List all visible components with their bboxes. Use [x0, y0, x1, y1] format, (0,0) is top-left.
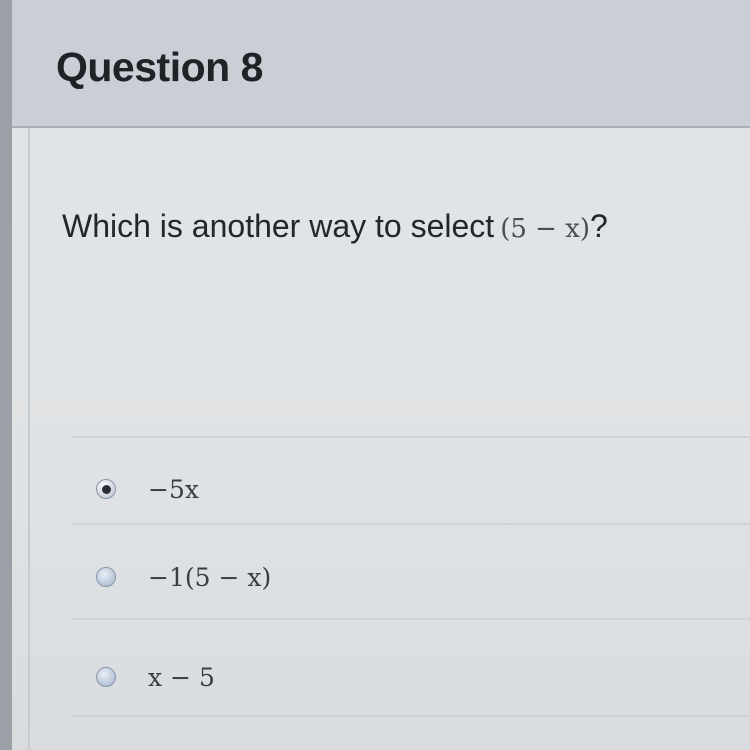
answer-divider: [72, 523, 750, 525]
answer-option-3[interactable]: x − 5: [96, 657, 215, 697]
answer-divider: [72, 618, 750, 620]
answer-option-1-label[interactable]: −5x: [148, 475, 199, 504]
question-prompt: Which is another way to select (5 − x)?: [62, 208, 608, 245]
answer-option-1[interactable]: −5x: [96, 469, 199, 509]
body-left-border: [28, 128, 30, 750]
question-header: Question 8: [12, 0, 750, 128]
radio-button-selected[interactable]: [96, 479, 116, 499]
prompt-expression: (5 − x): [500, 214, 590, 244]
radio-button[interactable]: [96, 567, 116, 587]
answer-option-3-label[interactable]: x − 5: [148, 663, 215, 692]
answer-divider-top: [72, 436, 750, 438]
radio-button[interactable]: [96, 667, 116, 687]
answer-divider-bottom: [72, 715, 750, 717]
question-card: Question 8 Which is another way to selec…: [12, 0, 750, 750]
radio-dot: [101, 484, 111, 494]
question-title: Question 8: [56, 44, 263, 90]
window-edge: [0, 0, 12, 750]
answer-option-2[interactable]: −1(5 − x): [96, 557, 271, 597]
prompt-text: Which is another way to select: [62, 208, 495, 244]
prompt-question-mark: ?: [590, 208, 608, 244]
screen: Question 8 Which is another way to selec…: [0, 0, 750, 750]
answer-option-2-label[interactable]: −1(5 − x): [148, 563, 271, 592]
